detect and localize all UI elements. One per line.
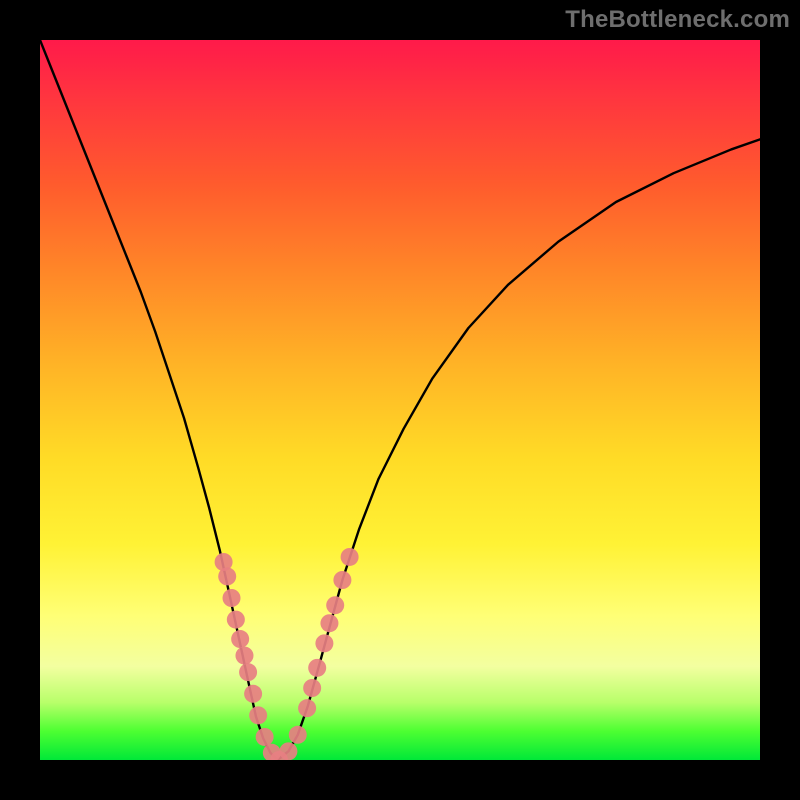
- marker-dot: [326, 596, 344, 614]
- marker-dot: [218, 567, 236, 585]
- marker-dot: [235, 647, 253, 665]
- marker-dot: [315, 634, 333, 652]
- marker-dot: [320, 614, 338, 632]
- chart-frame: TheBottleneck.com: [0, 0, 800, 800]
- watermark-text: TheBottleneck.com: [565, 6, 790, 34]
- marker-dot: [256, 728, 274, 746]
- marker-dot: [279, 742, 297, 760]
- marker-dot: [341, 548, 359, 566]
- marker-dot: [227, 611, 245, 629]
- marker-dot: [289, 726, 307, 744]
- curve-right: [278, 139, 760, 760]
- marker-dot: [223, 589, 241, 607]
- marker-dot: [239, 663, 257, 681]
- marker-dot: [249, 706, 267, 724]
- marker-dot: [303, 679, 321, 697]
- marker-dot: [333, 571, 351, 589]
- plot-area: [40, 40, 760, 760]
- marker-dot: [244, 685, 262, 703]
- chart-svg: [40, 40, 760, 760]
- marker-dot: [308, 659, 326, 677]
- marker-dot: [231, 630, 249, 648]
- marker-dot: [298, 699, 316, 717]
